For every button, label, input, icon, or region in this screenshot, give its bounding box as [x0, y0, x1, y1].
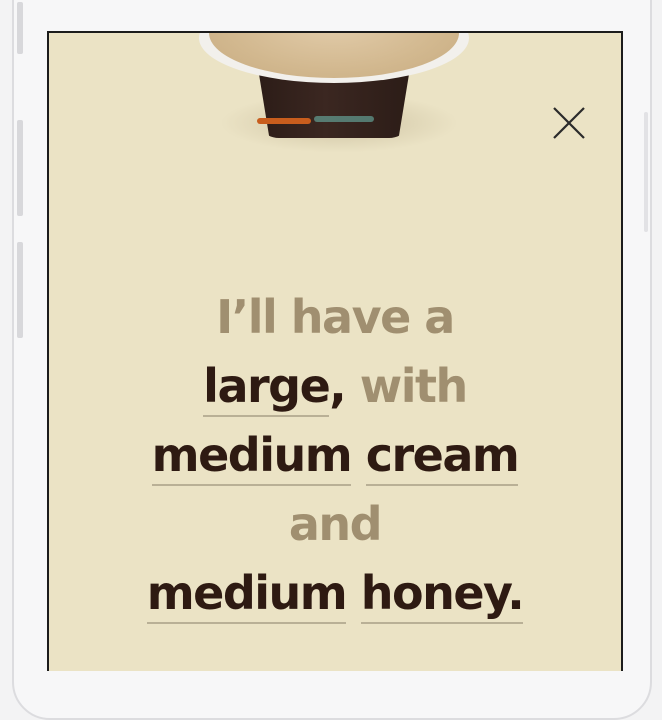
order-line-3: medium cream	[49, 421, 621, 490]
order-line-1: I’ll have a	[49, 283, 621, 352]
comma-text: ,	[329, 359, 346, 413]
honey-option[interactable]: honey.	[360, 566, 525, 624]
size-option[interactable]: large	[203, 359, 331, 417]
intro-text: I’ll have a	[216, 290, 455, 344]
close-button[interactable]	[551, 105, 587, 141]
mute-switch	[17, 2, 23, 54]
and-text: and	[288, 497, 383, 551]
honey-level-option[interactable]: medium	[146, 566, 348, 624]
volume-up-button	[17, 120, 23, 216]
coffee-cup-image	[199, 33, 469, 193]
order-line-5: medium honey.	[49, 559, 621, 628]
honey-label: honey	[360, 566, 509, 620]
order-screen: I’ll have a large, with medium cream and…	[47, 31, 623, 671]
with-text: with	[359, 359, 469, 413]
close-icon	[553, 107, 585, 139]
volume-down-button	[17, 242, 23, 338]
order-sentence: I’ll have a large, with medium cream and…	[49, 283, 621, 628]
power-button	[644, 112, 648, 232]
cream-option[interactable]: cream	[365, 428, 520, 486]
order-line-2: large, with	[49, 352, 621, 421]
order-line-4: and	[49, 490, 621, 559]
period-text: .	[507, 566, 524, 620]
cream-level-option[interactable]: medium	[151, 428, 353, 486]
